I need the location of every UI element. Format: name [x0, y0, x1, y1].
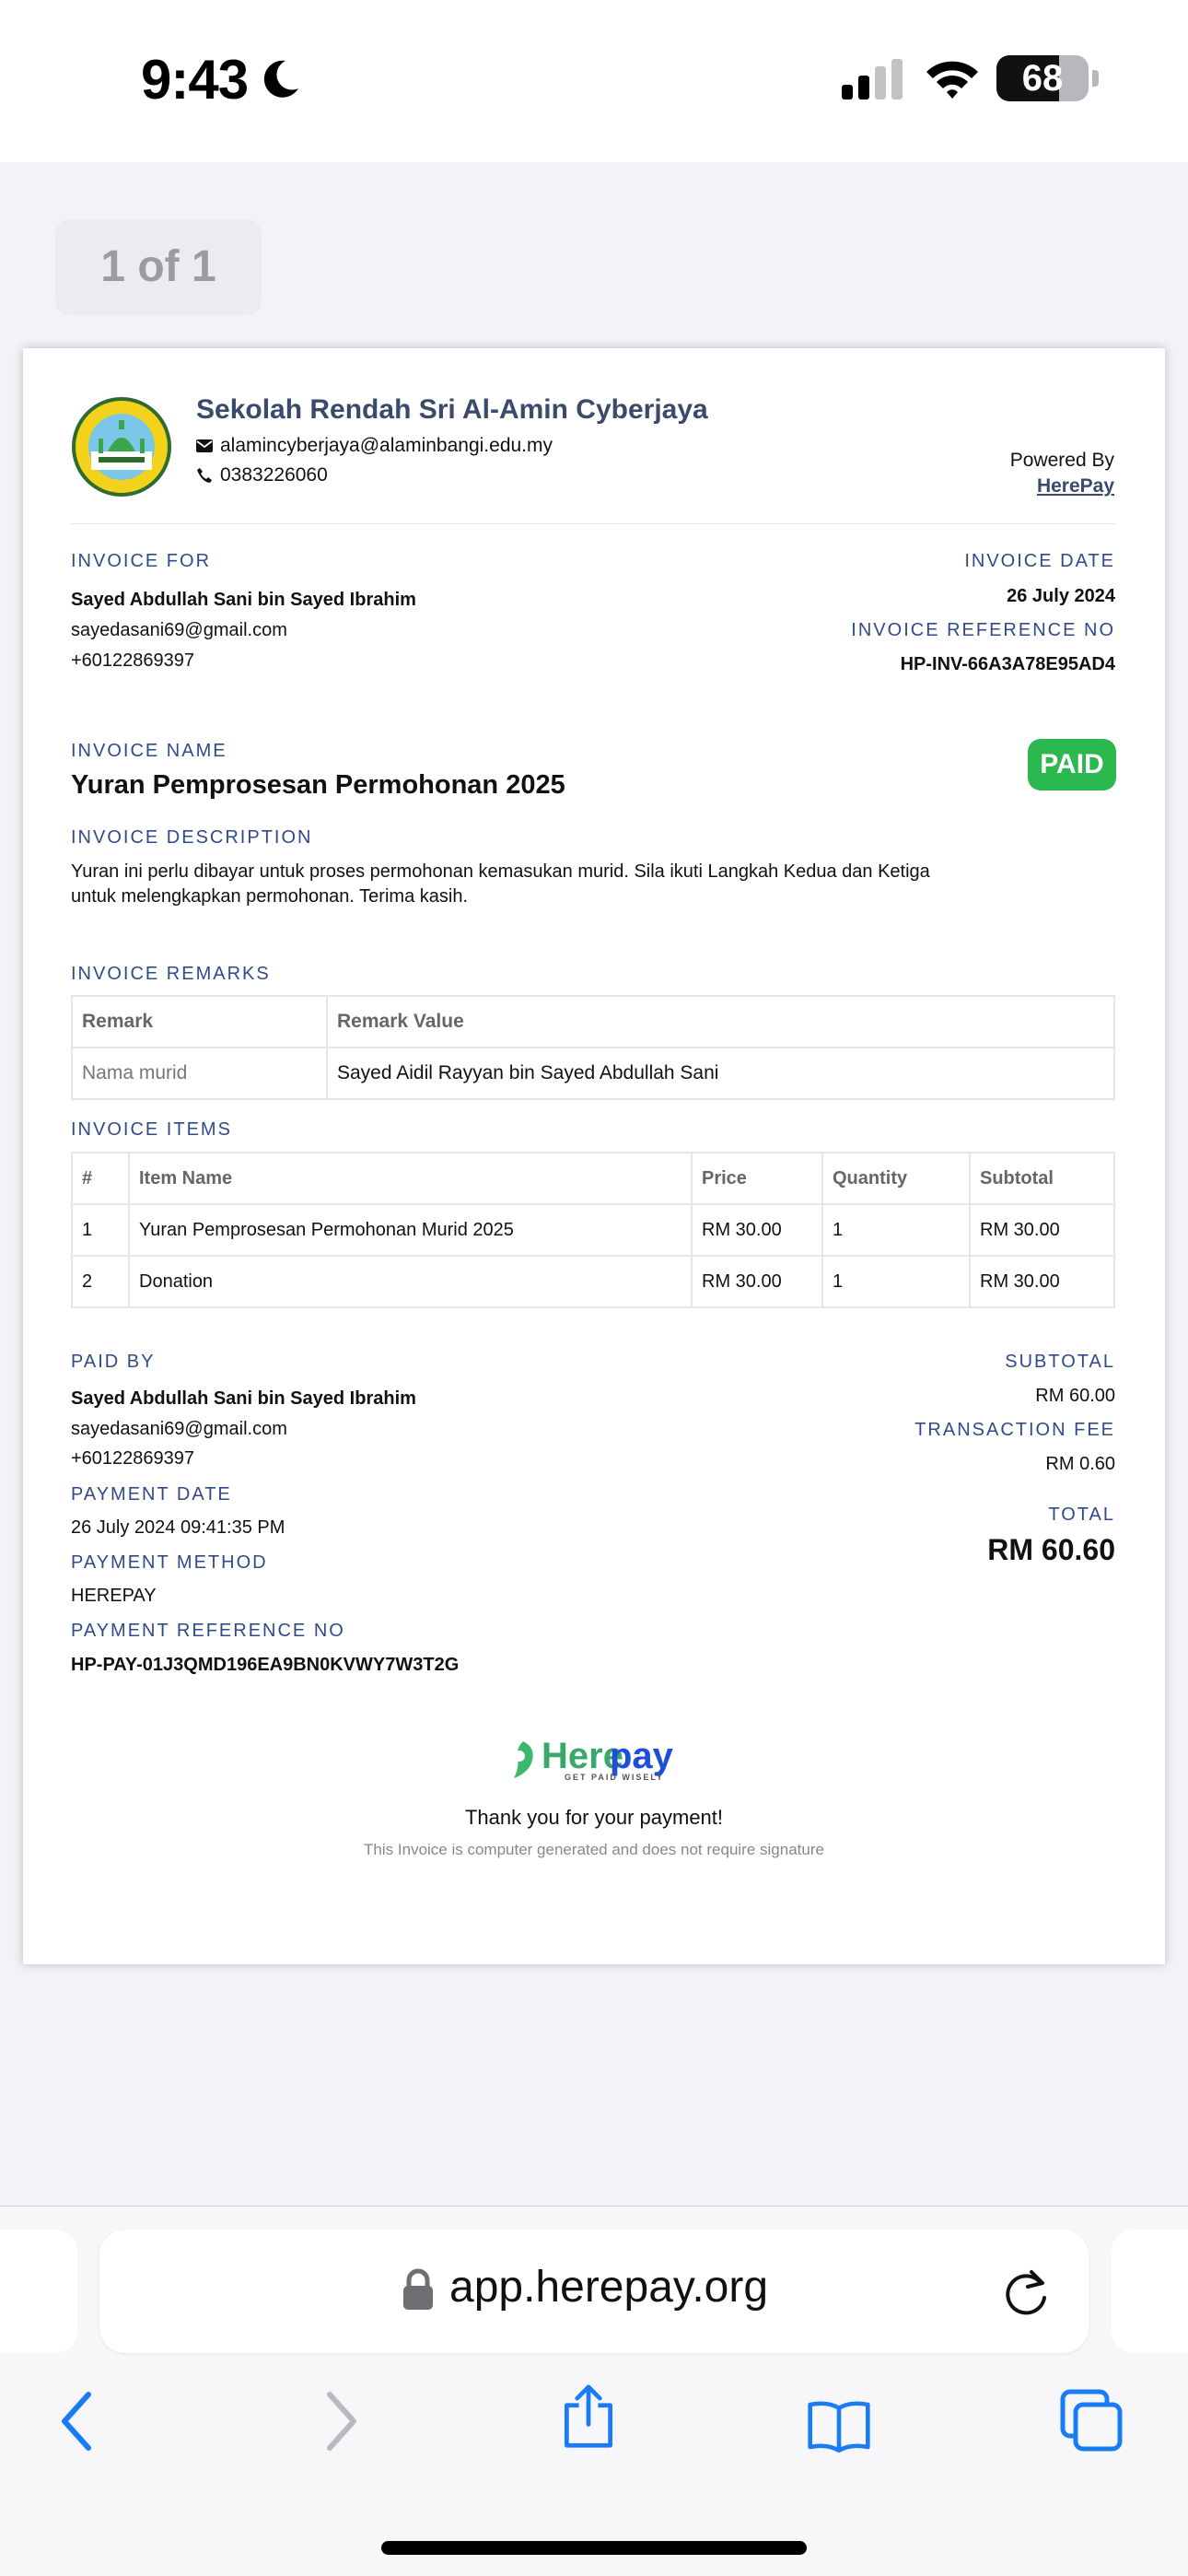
table-header-row: Remark Remark Value [71, 995, 1115, 1048]
item-price: RM 30.00 [691, 1255, 823, 1308]
payment-method-label: PAYMENT METHOD [71, 1552, 268, 1573]
item-quantity: 1 [821, 1255, 971, 1308]
total-label: TOTAL [1048, 1505, 1115, 1525]
table-row: Nama murid Sayed Aidil Rayyan bin Sayed … [71, 1047, 1115, 1100]
url-text[interactable]: app.herepay.org [449, 2262, 768, 2313]
invoice-ref-label: INVOICE REFERENCE NO [851, 620, 1115, 640]
item-index: 2 [71, 1255, 130, 1308]
forward-icon[interactable] [306, 2389, 370, 2453]
subtotal-value: RM 60.00 [1035, 1386, 1115, 1406]
invoice-for-email: sayedasani69@gmail.com [71, 620, 287, 640]
remarks-header-value: Remark Value [326, 995, 1115, 1048]
remarks-header-remark: Remark [71, 995, 328, 1048]
cellular-signal-icon [842, 59, 903, 100]
item-name: Donation [128, 1255, 693, 1308]
herepay-link[interactable]: HerePay [921, 475, 1114, 498]
envelope-icon [196, 439, 213, 452]
school-name: Sekolah Rendah Sri Al-Amin Cyberjaya [196, 394, 708, 425]
items-header-name: Item Name [128, 1152, 693, 1205]
invoice-for-phone: +60122869397 [71, 650, 195, 671]
bookmarks-icon[interactable] [807, 2394, 871, 2458]
item-subtotal: RM 30.00 [969, 1255, 1115, 1308]
next-tab-peek[interactable] [1112, 2230, 1188, 2353]
item-name: Yuran Pemprosesan Permohonan Murid 2025 [128, 1203, 693, 1257]
invoice-name: Yuran Pemprosesan Permohonan 2025 [71, 770, 565, 800]
invoice-remarks-label: INVOICE REMARKS [71, 964, 271, 984]
status-time: 9:43 [141, 49, 249, 111]
school-logo [72, 397, 171, 497]
invoice-ref-value: HP-INV-66A3A78E95AD4 [900, 654, 1115, 674]
transaction-fee-value: RM 0.60 [1045, 1454, 1115, 1474]
invoice-date-label: INVOICE DATE [964, 551, 1115, 571]
items-table: # Item Name Price Quantity Subtotal 1 Yu… [71, 1152, 1115, 1308]
school-email: alamincyberjaya@alaminbangi.edu.my [220, 435, 553, 456]
wifi-icon [926, 61, 978, 99]
item-index: 1 [71, 1203, 130, 1257]
payment-method-value: HEREPAY [71, 1586, 157, 1606]
items-header-price: Price [691, 1152, 823, 1205]
table-header-row: # Item Name Price Quantity Subtotal [71, 1152, 1115, 1205]
school-email-row: alamincyberjaya@alaminbangi.edu.my [196, 435, 553, 457]
paid-by-phone: +60122869397 [71, 1448, 195, 1469]
invoice-name-label: INVOICE NAME [71, 741, 227, 761]
header-divider [71, 523, 1115, 524]
items-header-index: # [71, 1152, 130, 1205]
previous-tab-peek[interactable] [0, 2230, 77, 2353]
remark-value: Sayed Aidil Rayyan bin Sayed Abdullah Sa… [326, 1047, 1115, 1100]
computer-generated-note: This Invoice is computer generated and d… [364, 1841, 824, 1858]
item-subtotal: RM 30.00 [969, 1203, 1115, 1257]
invoice-description-line2: untuk melengkapkan permohonan. Terima ka… [71, 886, 468, 907]
table-row: 1 Yuran Pemprosesan Permohonan Murid 202… [71, 1203, 1115, 1257]
paid-by-label: PAID BY [71, 1352, 156, 1372]
payment-date-label: PAYMENT DATE [71, 1484, 232, 1505]
subtotal-label: SUBTOTAL [1005, 1352, 1115, 1372]
transaction-fee-label: TRANSACTION FEE [914, 1420, 1115, 1440]
tabs-icon[interactable] [1059, 2388, 1124, 2453]
payment-ref-label: PAYMENT REFERENCE NO [71, 1621, 345, 1641]
thank-you-message: Thank you for your payment! [464, 1806, 724, 1829]
back-icon[interactable] [48, 2389, 112, 2453]
table-row: 2 Donation RM 30.00 1 RM 30.00 [71, 1255, 1115, 1308]
remark-key: Nama murid [71, 1047, 328, 1100]
battery-indicator: 68 [996, 55, 1089, 101]
item-quantity: 1 [821, 1203, 971, 1257]
lock-icon [403, 2268, 433, 2310]
paid-by-email: sayedasani69@gmail.com [71, 1419, 287, 1439]
item-price: RM 30.00 [691, 1203, 823, 1257]
remarks-table: Remark Remark Value Nama murid Sayed Aid… [71, 995, 1115, 1100]
moon-icon [263, 60, 298, 98]
home-indicator [381, 2541, 807, 2555]
invoice-description-line1: Yuran ini perlu dibayar untuk proses per… [71, 861, 930, 882]
status-badge: PAID [1028, 739, 1116, 790]
share-icon[interactable] [556, 2384, 621, 2449]
items-header-subtotal: Subtotal [969, 1152, 1115, 1205]
battery-level: 68 [1021, 58, 1064, 99]
payment-ref-value: HP-PAY-01J3QMD196EA9BN0KVWY7W3T2G [71, 1655, 460, 1675]
herepay-brand-part2: pay [610, 1736, 673, 1776]
invoice-date-value: 26 July 2024 [1007, 586, 1115, 606]
school-phone-row: 0383226060 [196, 464, 328, 486]
invoice-description-label: INVOICE DESCRIPTION [71, 827, 313, 848]
payment-date-value: 26 July 2024 09:41:35 PM [71, 1517, 285, 1538]
herepay-tagline: GET PAID WISELY [564, 1773, 664, 1782]
items-header-quantity: Quantity [821, 1152, 971, 1205]
paid-by-name: Sayed Abdullah Sani bin Sayed Ibrahim [71, 1388, 416, 1409]
invoice-for-name: Sayed Abdullah Sani bin Sayed Ibrahim [71, 590, 416, 610]
reload-icon[interactable] [1002, 2265, 1052, 2318]
powered-by-label: Powered By [1009, 450, 1114, 471]
herepay-brand-logo: Here pay GET PAID WISELY [507, 1736, 681, 1784]
page-indicator: 1 of 1 [55, 219, 262, 315]
phone-icon [197, 468, 212, 483]
battery-cap [1092, 70, 1099, 87]
school-phone: 0383226060 [220, 464, 328, 486]
invoice-for-label: INVOICE FOR [71, 551, 212, 571]
total-value: RM 60.60 [987, 1533, 1115, 1566]
invoice-items-label: INVOICE ITEMS [71, 1119, 232, 1140]
herepay-leaf-icon [514, 1741, 533, 1778]
